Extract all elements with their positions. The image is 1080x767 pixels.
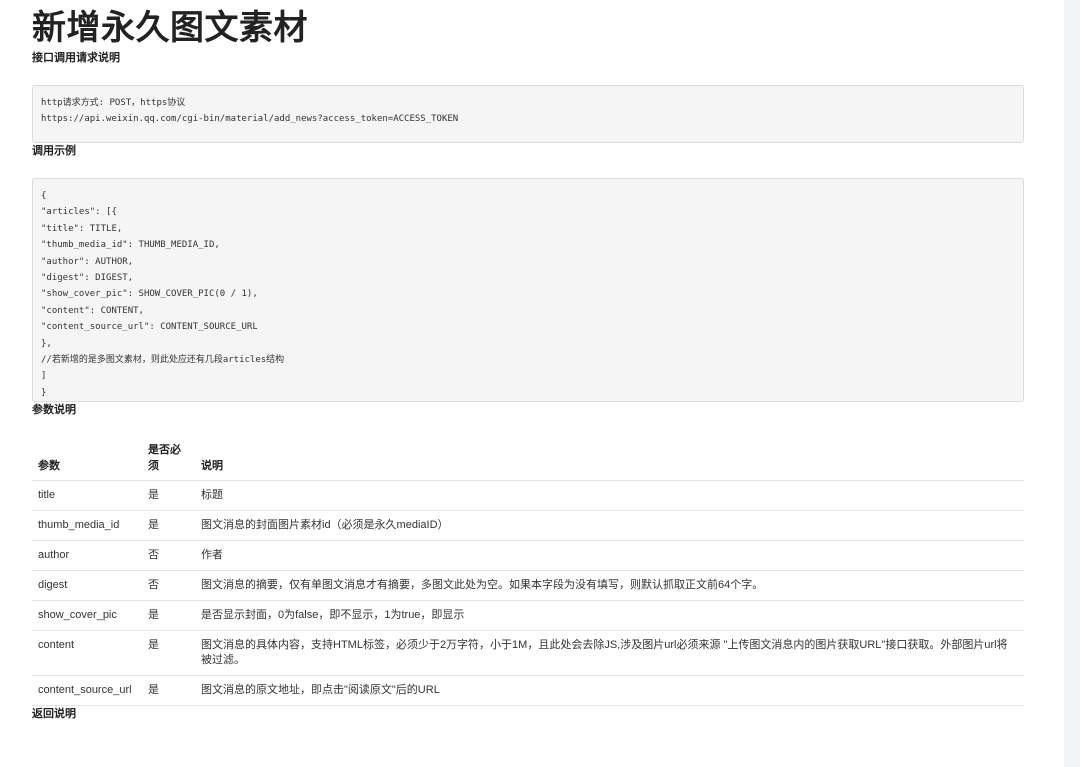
code-line: } <box>41 387 47 398</box>
section-heading-request: 接口调用请求说明 <box>32 52 120 64</box>
code-line: https://api.weixin.qq.com/cgi-bin/materi… <box>41 114 459 124</box>
table-row: content 是 图文消息的具体内容，支持HTML标签，必须少于2万字符，小于… <box>32 630 1024 676</box>
param-name: thumb_media_id <box>32 510 142 541</box>
code-line: "author": AUTHOR, <box>41 256 134 267</box>
page-title: 新增永久图文素材 <box>32 9 308 47</box>
table-row: title 是 标题 <box>32 480 1024 511</box>
vertical-scrollbar[interactable] <box>1064 0 1080 767</box>
param-name: digest <box>32 570 142 601</box>
param-description: 是否显示封面，0为false，即不显示，1为true，即显示 <box>195 600 1024 631</box>
param-description: 图文消息的摘要，仅有单图文消息才有摘要，多图文此处为空。如果本字段为没有填写，则… <box>195 570 1024 601</box>
param-name: show_cover_pic <box>32 600 142 631</box>
param-required: 否 <box>142 540 195 571</box>
code-line: { <box>41 191 47 201</box>
document-page: 新增永久图文素材 接口调用请求说明 http请求方式: POST，https协议… <box>32 0 1024 722</box>
code-line: "digest": DIGEST, <box>41 273 134 284</box>
code-line: "content": CONTENT, <box>41 305 144 316</box>
param-required: 是 <box>142 600 195 631</box>
code-line: "articles": [{ <box>41 207 117 218</box>
param-description: 图文消息的原文地址，即点击"阅读原文"后的URL <box>195 675 1024 706</box>
column-header-description: 说明 <box>201 460 223 472</box>
section-heading-response: 返回说明 <box>32 708 76 720</box>
param-description: 图文消息的具体内容，支持HTML标签，必须少于2万字符，小于1M，且此处会去除J… <box>195 630 1024 676</box>
column-header-param: 参数 <box>38 460 60 472</box>
table-row: show_cover_pic 是 是否显示封面，0为false，即不显示，1为t… <box>32 600 1024 631</box>
example-code-block: { "articles": [{ "title": TITLE, "thumb_med… <box>32 178 1024 402</box>
param-description: 作者 <box>195 540 1024 571</box>
code-line: "show_cover_pic": SHOW_COVER_PIC(0 / 1), <box>41 289 258 300</box>
request-code-block: http请求方式: POST，https协议 https://api.weixin… <box>32 85 1024 143</box>
code-line: }, <box>41 338 52 349</box>
column-header-required: 是否必须 <box>148 444 181 472</box>
param-required: 是 <box>142 480 195 511</box>
param-name: title <box>32 480 142 511</box>
params-table: 参数 是否必须 说明 title 是 标题 thumb_media_id 是 图… <box>32 438 1024 706</box>
param-required: 是 <box>142 510 195 541</box>
param-name: content_source_url <box>32 675 142 706</box>
table-header-row: 参数 是否必须 说明 <box>32 438 1024 481</box>
param-required: 是 <box>142 675 195 706</box>
code-line: "title": TITLE, <box>41 223 123 234</box>
param-description: 标题 <box>195 480 1024 511</box>
section-heading-params: 参数说明 <box>32 404 76 416</box>
code-line: "thumb_media_id": THUMB_MEDIA_ID, <box>41 240 220 251</box>
code-line: //若新增的是多图文素材，则此处应还有几段articles结构 <box>41 355 285 366</box>
table-row: thumb_media_id 是 图文消息的封面图片素材id（必须是永久medi… <box>32 510 1024 541</box>
param-description: 图文消息的封面图片素材id（必须是永久mediaID） <box>195 510 1024 541</box>
table-row: content_source_url 是 图文消息的原文地址，即点击"阅读原文"… <box>32 675 1024 706</box>
table-row: digest 否 图文消息的摘要，仅有单图文消息才有摘要，多图文此处为空。如果本… <box>32 570 1024 601</box>
code-line: ] <box>41 371 47 382</box>
param-name: author <box>32 540 142 571</box>
section-heading-example: 调用示例 <box>32 145 76 157</box>
code-line: "content_source_url": CONTENT_SOURCE_URL <box>41 322 258 333</box>
code-line: http请求方式: POST，https协议 <box>41 98 186 108</box>
param-required: 否 <box>142 570 195 601</box>
param-name: content <box>32 630 142 676</box>
table-row: author 否 作者 <box>32 540 1024 571</box>
param-required: 是 <box>142 630 195 676</box>
